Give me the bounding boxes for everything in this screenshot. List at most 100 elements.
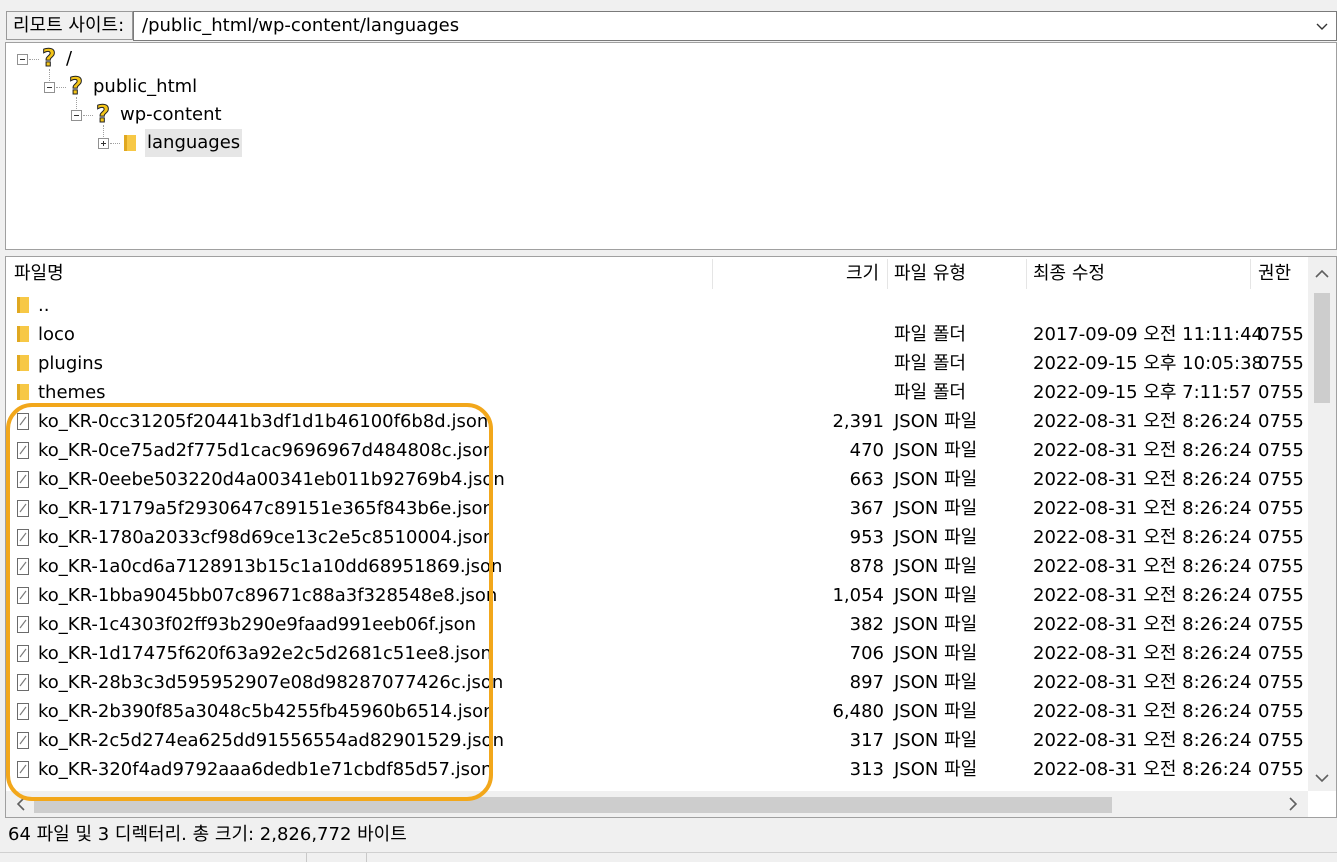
file-size: 6,480 — [832, 701, 884, 722]
remote-file-list[interactable]: 파일명 크기 파일 유형 최종 수정 권한 .. loco 파일 폴더 2017-09… — [5, 256, 1337, 818]
tree-connector — [56, 87, 66, 88]
file-row[interactable]: ko_KR-17179a5f2930647c89151e365f843b6e.j… — [6, 494, 1308, 523]
collapse-toggle-icon[interactable] — [71, 110, 82, 121]
column-header-modified[interactable]: 최종 수정 — [1033, 257, 1105, 291]
file-modified: 2022-08-31 오전 8:26:24 — [1033, 614, 1252, 635]
vertical-scrollbar[interactable] — [1308, 257, 1336, 791]
file-size: 706 — [849, 643, 884, 664]
scroll-up-icon[interactable] — [1308, 261, 1336, 287]
file-modified: 2022-08-31 오전 8:26:24 — [1033, 440, 1252, 461]
file-modified: 2022-08-31 오전 8:26:24 — [1033, 469, 1252, 490]
json-file-icon — [17, 529, 29, 546]
file-row[interactable]: ko_KR-28b3c3d595952907e08d98287077426c.j… — [6, 668, 1308, 697]
file-name: ko_KR-0cc31205f20441b3df1d1b46100f6b8d.j… — [38, 411, 489, 432]
column-divider[interactable] — [1250, 259, 1251, 289]
file-row[interactable]: ko_KR-1bba9045bb07c89671c88a3f328548e8.j… — [6, 581, 1308, 610]
file-modified: 2022-09-15 오후 10:05:38 — [1033, 353, 1264, 374]
file-permissions: 0755 — [1258, 643, 1304, 664]
remote-directory-tree[interactable]: ? / ? public_html ? wp-content languages — [5, 42, 1337, 250]
file-name: ko_KR-1a0cd6a7128913b15c1a10dd68951869.j… — [38, 556, 503, 577]
folder-icon — [17, 384, 29, 400]
file-permissions: 0755 — [1258, 440, 1304, 461]
column-header-name[interactable]: 파일명 — [14, 257, 64, 291]
scroll-left-icon[interactable] — [8, 791, 34, 817]
file-name: ko_KR-2c5d274ea625dd91556554ad82901529.j… — [38, 730, 504, 751]
file-type: JSON 파일 — [894, 614, 978, 635]
file-size: 382 — [849, 614, 884, 635]
tree-node-label[interactable]: languages — [145, 129, 243, 157]
file-row[interactable]: ko_KR-1780a2033cf98d69ce13c2e5c8510004.j… — [6, 523, 1308, 552]
file-size: 897 — [849, 672, 884, 693]
file-permissions: 0755 — [1258, 411, 1304, 432]
file-row[interactable]: ko_KR-0cc31205f20441b3df1d1b46100f6b8d.j… — [6, 407, 1308, 436]
file-permissions: 0755 — [1258, 672, 1304, 693]
file-size: 953 — [849, 527, 884, 548]
file-name: ko_KR-28b3c3d595952907e08d98287077426c.j… — [38, 672, 504, 693]
remote-path-combobox[interactable]: /public_html/wp-content/languages — [133, 11, 1337, 41]
column-header-size[interactable]: 크기 — [846, 257, 879, 291]
file-modified: 2022-08-31 오전 8:26:24 — [1033, 759, 1252, 780]
file-permissions: 0755 — [1258, 556, 1304, 577]
horizontal-scrollbar[interactable] — [6, 791, 1308, 817]
file-name: themes — [38, 382, 106, 403]
file-name: ko_KR-0eebe503220d4a00341eb011b92769b4.j… — [38, 469, 505, 490]
column-divider[interactable] — [887, 259, 888, 289]
collapse-toggle-icon[interactable] — [17, 54, 28, 65]
tree-node-public-html[interactable]: ? public_html — [6, 73, 406, 101]
file-name: ko_KR-1d17475f620f63a92e2c5d2681c51ee8.j… — [38, 643, 492, 664]
scroll-right-icon[interactable] — [1280, 791, 1306, 817]
json-file-icon — [17, 442, 29, 459]
tree-node-label[interactable]: public_html — [91, 73, 199, 101]
file-size: 663 — [849, 469, 884, 490]
collapse-toggle-icon[interactable] — [44, 82, 55, 93]
tree-node-label[interactable]: / — [64, 45, 74, 73]
file-row[interactable]: plugins 파일 폴더 2022-09-15 오후 10:05:38 0755 — [6, 349, 1308, 378]
column-header-permissions[interactable]: 권한 — [1258, 257, 1291, 291]
status-bar: 64 파일 및 3 디렉터리. 총 크기: 2,826,772 바이트 — [0, 820, 1337, 852]
column-header-type[interactable]: 파일 유형 — [894, 257, 966, 291]
question-icon: ? — [96, 100, 111, 128]
tree-connector — [83, 115, 93, 116]
json-file-icon — [17, 674, 29, 691]
folder-icon — [17, 355, 29, 371]
file-row[interactable]: themes 파일 폴더 2022-09-15 오후 7:11:57 0755 — [6, 378, 1308, 407]
file-row[interactable]: ko_KR-2b390f85a3048c5b4255fb45960b6514.j… — [6, 697, 1308, 726]
file-name: ko_KR-2b390f85a3048c5b4255fb45960b6514.j… — [38, 701, 495, 722]
file-type: 파일 폴더 — [894, 382, 966, 403]
file-row[interactable]: ko_KR-2c5d274ea625dd91556554ad82901529.j… — [6, 726, 1308, 755]
tree-node-wp-content[interactable]: ? wp-content — [6, 101, 406, 129]
folder-icon — [124, 135, 136, 151]
question-icon: ? — [42, 44, 57, 72]
chevron-down-icon[interactable] — [1314, 18, 1330, 34]
json-file-icon — [17, 616, 29, 633]
tree-node-label[interactable]: wp-content — [118, 101, 224, 129]
file-type: 파일 폴더 — [894, 353, 966, 374]
file-row[interactable]: ko_KR-0ce75ad2f775d1cac9696967d484808c.j… — [6, 436, 1308, 465]
file-row[interactable]: loco 파일 폴더 2017-09-09 오전 11:11:44 0755 — [6, 320, 1308, 349]
file-row[interactable]: .. — [6, 291, 1308, 320]
file-row[interactable]: ko_KR-1d17475f620f63a92e2c5d2681c51ee8.j… — [6, 639, 1308, 668]
file-name: ko_KR-0ce75ad2f775d1cac9696967d484808c.j… — [38, 440, 495, 461]
folder-icon — [17, 297, 29, 313]
column-divider[interactable] — [1026, 259, 1027, 289]
vertical-scroll-thumb[interactable] — [1314, 293, 1330, 403]
file-row[interactable]: ko_KR-320f4ad9792aaa6dedb1e71cbdf85d57.j… — [6, 755, 1308, 784]
column-divider[interactable] — [712, 259, 713, 289]
file-name: .. — [38, 295, 50, 316]
file-row[interactable]: ko_KR-1c4303f02ff93b290e9faad991eeb06f.j… — [6, 610, 1308, 639]
file-modified: 2022-08-31 오전 8:26:24 — [1033, 556, 1252, 577]
tree-node-languages[interactable]: languages — [6, 129, 406, 157]
tree-node-root[interactable]: ? / — [6, 45, 406, 73]
file-row[interactable]: ko_KR-1a0cd6a7128913b15c1a10dd68951869.j… — [6, 552, 1308, 581]
file-size: 878 — [849, 556, 884, 577]
file-modified: 2022-08-31 오전 8:26:24 — [1033, 701, 1252, 722]
file-name: plugins — [38, 353, 104, 374]
remote-site-bar: 리모트 사이트: /public_html/wp-content/languag… — [0, 8, 1337, 44]
scroll-down-icon[interactable] — [1308, 765, 1336, 791]
horizontal-scroll-thumb[interactable] — [34, 797, 1112, 813]
file-row[interactable]: ko_KR-0eebe503220d4a00341eb011b92769b4.j… — [6, 465, 1308, 494]
remote-path-input[interactable]: /public_html/wp-content/languages — [142, 12, 459, 40]
file-name: loco — [38, 324, 75, 345]
expand-toggle-icon[interactable] — [98, 138, 109, 149]
tree-connector — [29, 59, 39, 60]
